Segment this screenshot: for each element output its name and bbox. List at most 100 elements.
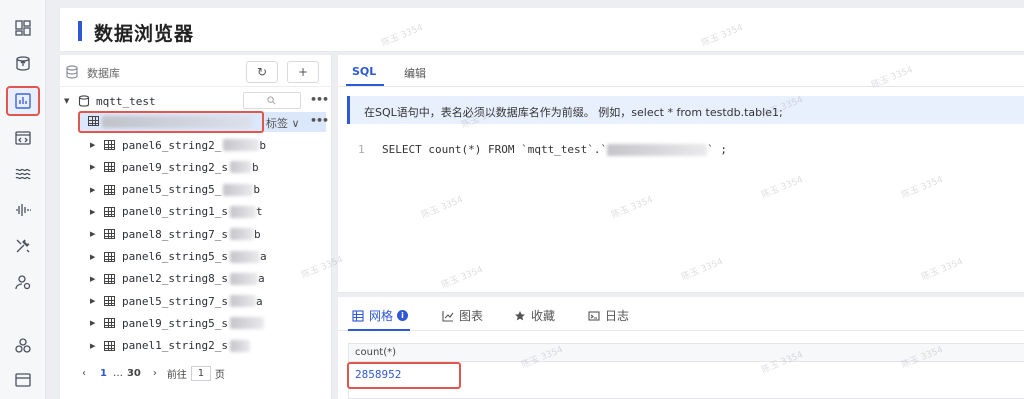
database-panel-header: 数据库 ↻ + bbox=[60, 55, 332, 87]
star-icon bbox=[515, 310, 525, 320]
redacted-name-part bbox=[229, 339, 250, 352]
table-row[interactable]: ▶ panel6_string5_s a bbox=[90, 247, 267, 267]
table-row[interactable]: ▶ panel9_string2_s b bbox=[90, 157, 259, 177]
database-upload-icon[interactable] bbox=[9, 50, 37, 78]
refresh-button[interactable]: ↻ bbox=[246, 61, 278, 83]
table-more-icon[interactable]: ••• bbox=[310, 114, 329, 127]
tag-dropdown[interactable]: 标签 ∨ bbox=[266, 115, 300, 131]
redacted-name-part bbox=[229, 250, 260, 263]
caret-right-icon[interactable]: ▶ bbox=[90, 141, 100, 149]
table-name: panel1_string2_s bbox=[122, 339, 228, 353]
table-icon bbox=[104, 140, 115, 150]
dashboard-icon[interactable] bbox=[9, 14, 37, 42]
table-name-tail: a bbox=[257, 272, 265, 286]
current-page[interactable]: 1 bbox=[100, 368, 107, 379]
table-icon bbox=[104, 273, 115, 284]
redacted-name-part bbox=[229, 272, 258, 285]
search-icon bbox=[267, 96, 276, 105]
tab-grid[interactable]: 网格 i bbox=[352, 307, 409, 324]
pager-ellipsis[interactable]: … bbox=[113, 368, 123, 379]
prev-page-icon[interactable]: ‹ bbox=[82, 368, 86, 379]
table-name-tail: b bbox=[253, 183, 260, 197]
chart-icon bbox=[442, 310, 454, 322]
table-row[interactable]: ▶ panel0_string1_s t bbox=[90, 202, 263, 222]
caret-right-icon[interactable]: ▶ bbox=[90, 230, 100, 238]
table-search-input[interactable] bbox=[243, 92, 301, 109]
add-database-button[interactable]: + bbox=[287, 61, 319, 83]
log-icon bbox=[588, 310, 600, 321]
result-cell-highlight bbox=[347, 362, 461, 389]
caret-right-icon[interactable]: ▶ bbox=[90, 253, 100, 261]
redacted-table-name bbox=[607, 144, 708, 156]
table-name: panel5_string5_ bbox=[122, 183, 222, 197]
table-name-tail: a bbox=[259, 250, 267, 263]
caret-right-icon[interactable]: ▶ bbox=[90, 319, 100, 327]
tab-sql[interactable]: SQL bbox=[352, 65, 376, 78]
next-page-icon[interactable]: › bbox=[153, 368, 157, 379]
redacted-name-part bbox=[229, 295, 256, 308]
page-header: 数据浏览器 bbox=[60, 8, 1024, 52]
table-name: panel6_string5_s bbox=[122, 250, 228, 263]
tab-chart[interactable]: 图表 bbox=[442, 307, 483, 324]
table-row[interactable]: ▶ panel1_string2_s bbox=[90, 336, 250, 356]
tab-log[interactable]: 日志 bbox=[588, 307, 629, 324]
sql-code-prefix: SELECT count(*) FROM `mqtt_test`.` bbox=[382, 143, 608, 156]
table-row[interactable]: ▶ panel9_string5_s bbox=[90, 313, 264, 333]
database-more-icon[interactable]: ••• bbox=[310, 93, 329, 106]
tab-log-label: 日志 bbox=[605, 309, 630, 323]
window-panel-icon[interactable] bbox=[9, 366, 37, 394]
code-window-icon[interactable] bbox=[9, 124, 37, 152]
tab-edit[interactable]: 编辑 bbox=[404, 65, 426, 81]
caret-right-icon[interactable]: ▶ bbox=[90, 163, 100, 171]
table-icon bbox=[104, 229, 115, 240]
caret-down-icon[interactable]: ▼ bbox=[64, 97, 74, 105]
data-browser-icon[interactable] bbox=[6, 86, 40, 116]
column-header-count[interactable]: count(*) bbox=[355, 347, 396, 358]
tab-chart-label: 图表 bbox=[459, 309, 484, 323]
grid-icon bbox=[352, 309, 364, 322]
last-page[interactable]: 30 bbox=[127, 368, 141, 379]
table-row[interactable]: ▶ panel5_string5_ b bbox=[90, 180, 260, 200]
cluster-icon[interactable] bbox=[9, 332, 37, 360]
header-accent-bar bbox=[78, 21, 82, 41]
page-title: 数据浏览器 bbox=[94, 23, 195, 45]
page-unit-label: 页 bbox=[214, 369, 225, 381]
user-settings-icon[interactable] bbox=[9, 268, 37, 296]
grid-header: count(*) bbox=[349, 344, 1024, 362]
caret-right-icon[interactable]: ▶ bbox=[90, 297, 100, 305]
icon-rail bbox=[0, 0, 46, 399]
database-row[interactable]: ▼ mqtt_test bbox=[64, 91, 156, 111]
tab-favorites[interactable]: 收藏 bbox=[514, 307, 555, 324]
info-icon[interactable]: i bbox=[397, 310, 409, 321]
sql-editor[interactable]: 1 SELECT count(*) FROM `mqtt_test`.` ` ; bbox=[338, 133, 1024, 293]
table-row[interactable]: ▶ panel2_string8_s a bbox=[90, 269, 265, 289]
table-icon bbox=[104, 296, 115, 307]
line-number: 1 bbox=[358, 143, 365, 156]
table-name: panel9_string2_s bbox=[122, 160, 228, 174]
table-name-tail: b bbox=[251, 160, 259, 174]
caret-right-icon[interactable]: ▶ bbox=[90, 342, 100, 350]
selected-table-highlight bbox=[78, 111, 264, 133]
table-name-tail: a bbox=[255, 294, 263, 308]
table-name-tail: t bbox=[255, 205, 263, 219]
table-name: panel6_string2_ bbox=[122, 138, 222, 152]
caret-right-icon[interactable]: ▶ bbox=[90, 208, 100, 216]
caret-right-icon[interactable]: ▶ bbox=[90, 275, 100, 283]
table-name: panel5_string7_s bbox=[122, 294, 228, 308]
table-name: panel0_string1_s bbox=[122, 205, 228, 219]
caret-right-icon[interactable]: ▶ bbox=[90, 186, 100, 194]
table-row[interactable]: ▶ panel8_string7_s b bbox=[90, 224, 261, 244]
tools-icon[interactable] bbox=[9, 232, 37, 260]
redacted-name-part bbox=[223, 183, 254, 196]
database-label: 数据库 bbox=[87, 67, 120, 80]
table-icon bbox=[104, 184, 115, 195]
sql-notice: 在SQL语句中，表名必须以数据库名作为前缀。 例如，select * from … bbox=[347, 96, 1024, 124]
goto-page-input[interactable]: 1 bbox=[190, 365, 211, 381]
sql-code[interactable]: SELECT count(*) FROM `mqtt_test`.` ` ; bbox=[382, 143, 727, 156]
table-row[interactable]: ▶ panel5_string7_s a bbox=[90, 291, 263, 311]
table-row[interactable]: ▶ panel6_string2_ b bbox=[90, 135, 266, 155]
wave-signal-icon[interactable] bbox=[9, 196, 37, 224]
sql-code-suffix: ` ; bbox=[707, 143, 728, 156]
results-tabs: 网格 i 图表 收藏 日志 bbox=[338, 297, 1024, 331]
stream-waves-icon[interactable] bbox=[9, 160, 37, 188]
